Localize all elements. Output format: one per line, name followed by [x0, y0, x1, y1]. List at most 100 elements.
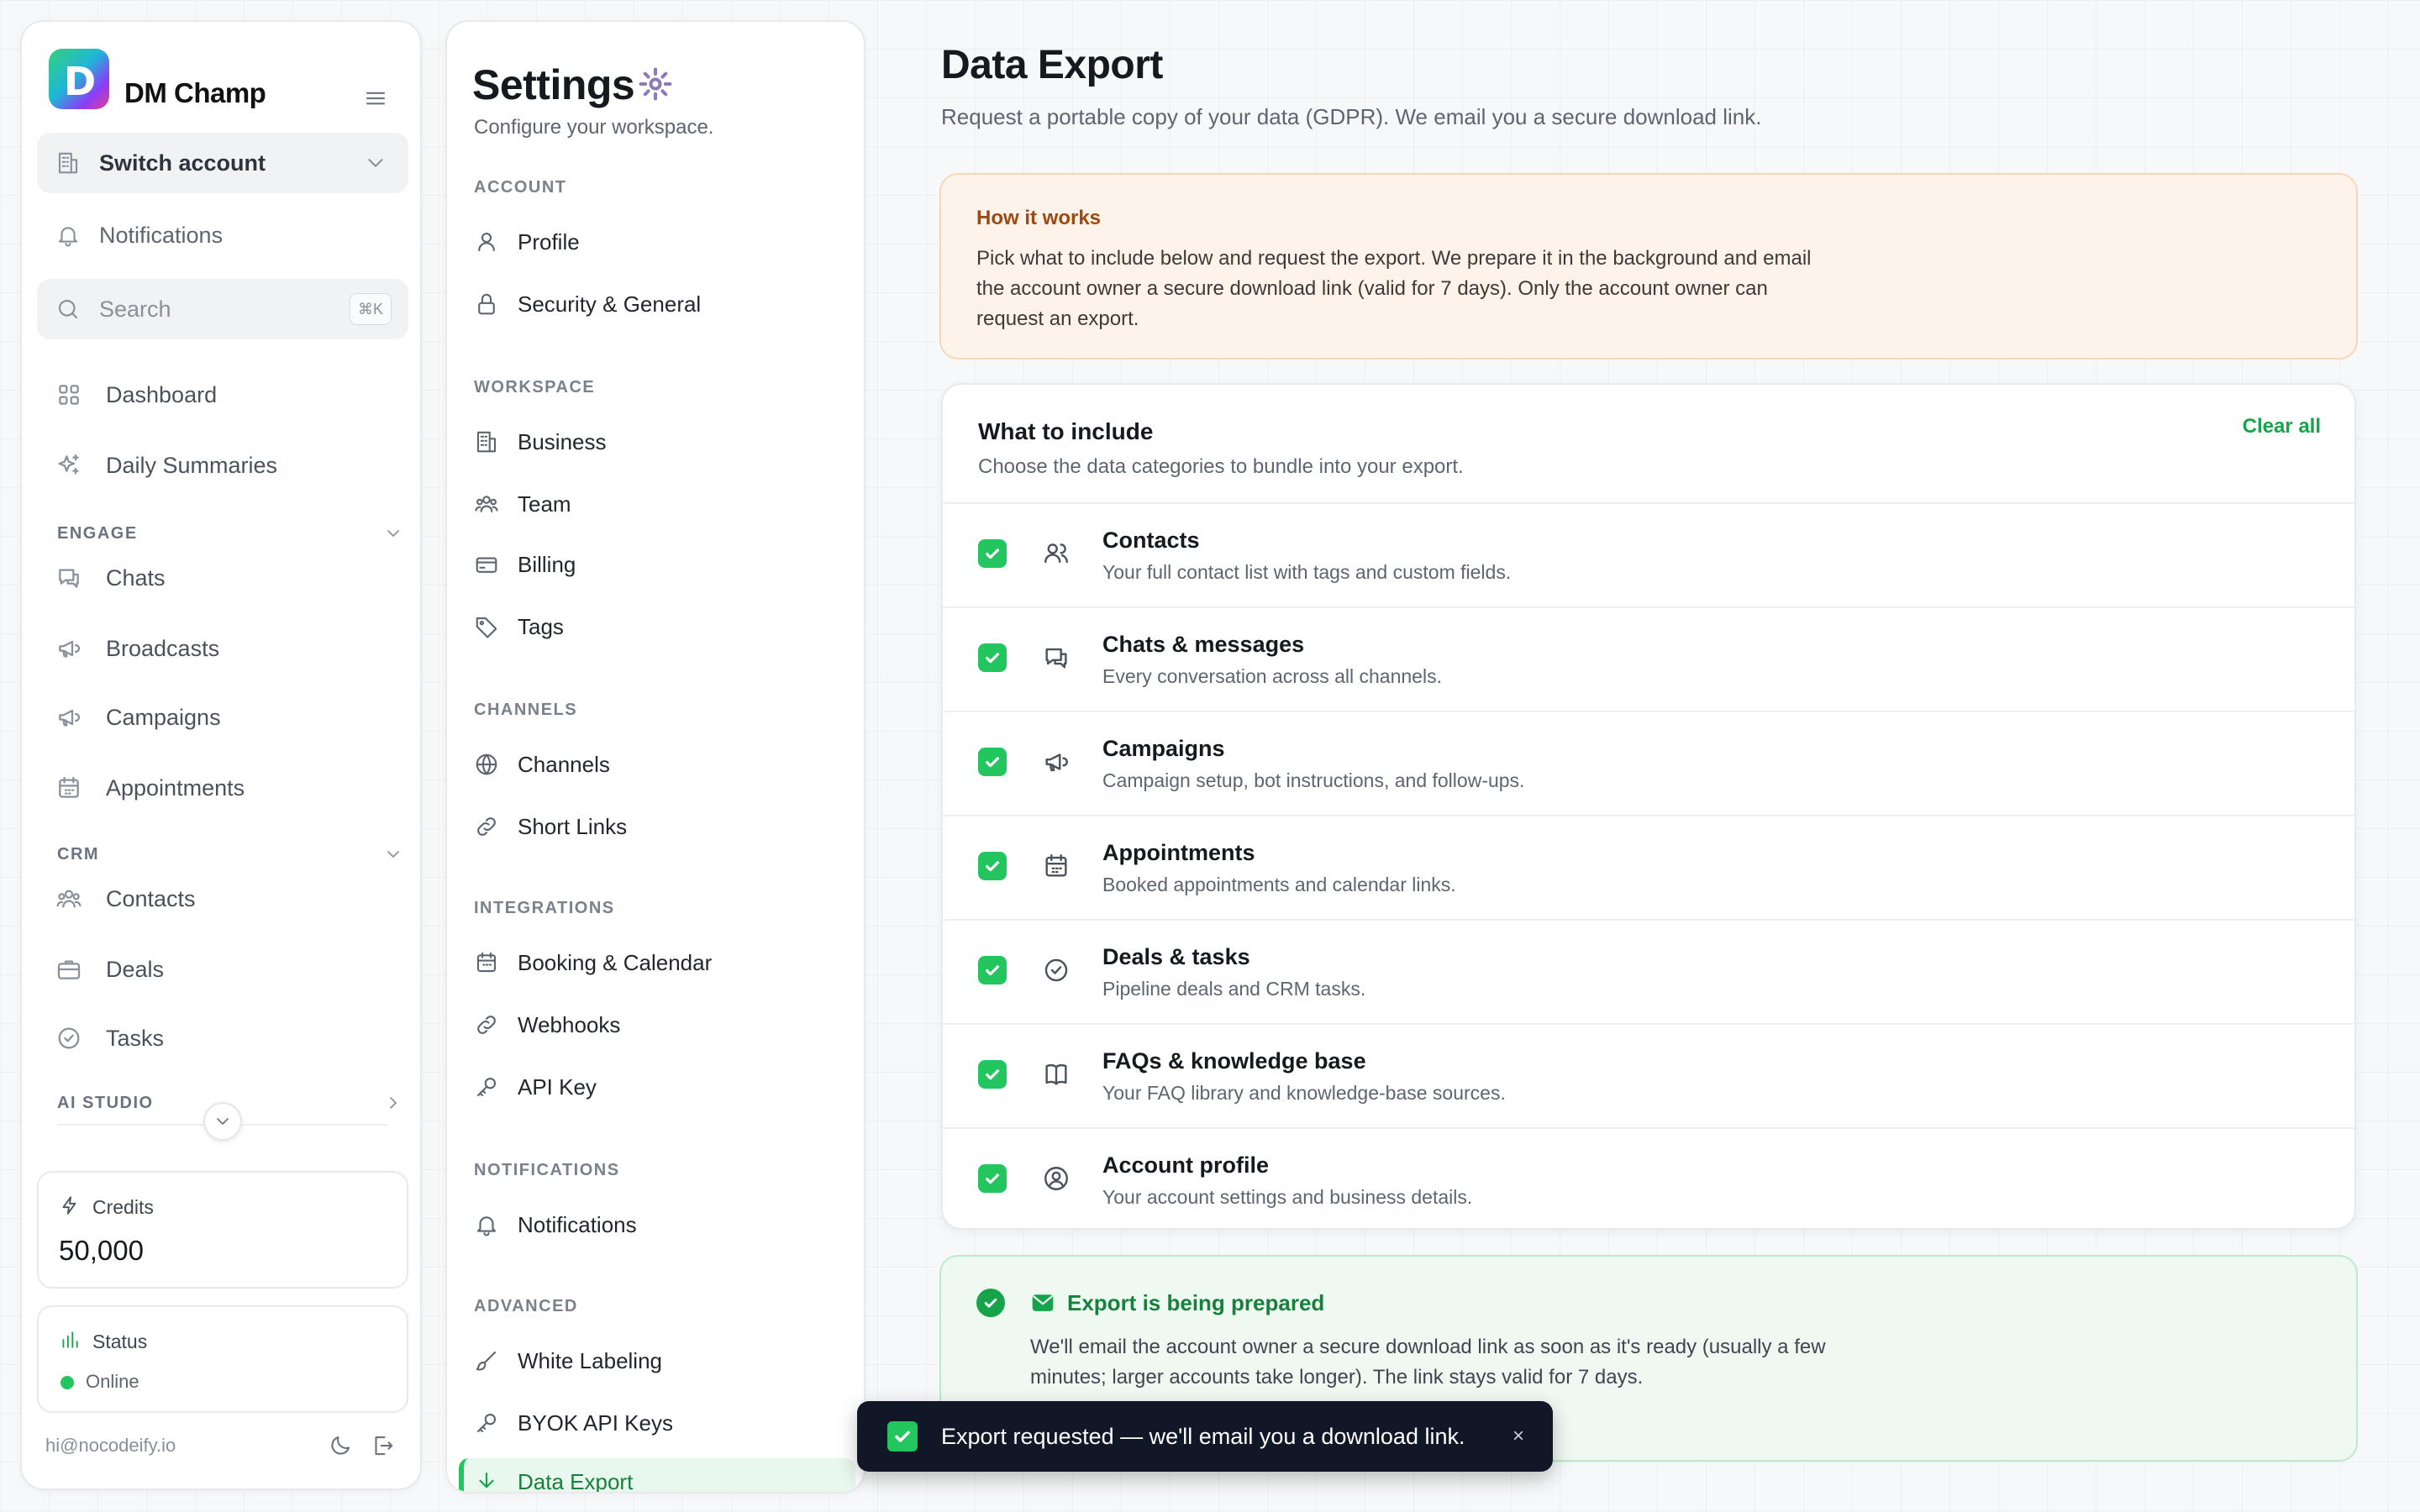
settings-item-team[interactable]: Team [474, 480, 844, 528]
app-sidebar: D DM Champ Switch account Notifications … [20, 20, 422, 1490]
settings-item-api-key[interactable]: API Key [474, 1063, 844, 1110]
option-contacts[interactable]: Contacts Your full contact list with tag… [943, 502, 2354, 606]
settings-item-webhooks[interactable]: Webhooks [474, 1001, 844, 1048]
settings-item-booking[interactable]: Booking & Calendar [474, 939, 844, 986]
sidebar-item-contacts[interactable]: Contacts [55, 874, 408, 924]
checkbox-checked[interactable] [978, 956, 1007, 984]
option-description: Every conversation across all channels. [1102, 665, 1442, 687]
status-value: Online [86, 1371, 139, 1392]
group-workspace: WORKSPACE [474, 378, 596, 396]
settings-item-business[interactable]: Business [474, 418, 844, 465]
search-icon [55, 297, 81, 322]
option-faqs-knowledge-base[interactable]: FAQs & knowledge base Your FAQ library a… [943, 1023, 2354, 1127]
users-icon [474, 491, 499, 517]
include-card: What to include Choose the data categori… [941, 383, 2356, 1230]
settings-item-byok[interactable]: BYOK API Keys [474, 1399, 844, 1446]
option-description: Your FAQ library and knowledge-base sour… [1102, 1082, 1506, 1104]
sidebar-item-campaigns[interactable]: Campaigns [55, 692, 408, 743]
brand-name: DM Champ [124, 77, 266, 108]
status-card: Status Online [37, 1305, 408, 1413]
settings-item-short-links[interactable]: Short Links [474, 803, 844, 850]
checkbox-checked[interactable] [978, 539, 1007, 568]
user-icon [474, 229, 499, 255]
how-it-works-callout: How it works Pick what to include below … [939, 173, 2358, 360]
settings-item-security[interactable]: Security & General [474, 281, 844, 328]
calendar-icon [1042, 852, 1071, 880]
option-account-profile[interactable]: Account profile Your account settings an… [943, 1127, 2354, 1228]
settings-item-data-export[interactable]: Data Export [474, 1458, 844, 1492]
scroll-down-icon[interactable] [203, 1102, 242, 1141]
option-deals-tasks[interactable]: Deals & tasks Pipeline deals and CRM tas… [943, 919, 2354, 1023]
download-icon [474, 1469, 499, 1492]
checkbox-checked[interactable] [978, 1060, 1007, 1089]
credits-value: 50,000 [59, 1235, 144, 1266]
settings-panel: Settings Configure your workspace. ACCOU… [445, 20, 865, 1494]
users-icon [55, 885, 82, 912]
settings-item-tags[interactable]: Tags [474, 603, 844, 650]
key-icon [474, 1074, 499, 1100]
notifications-link[interactable]: Notifications [37, 205, 408, 265]
check-circle-icon [55, 1025, 82, 1052]
sidebar-item-broadcasts[interactable]: Broadcasts [55, 623, 408, 674]
chevron-right-icon [383, 1093, 403, 1113]
moon-icon[interactable] [328, 1433, 353, 1458]
include-title: What to include [978, 418, 1154, 444]
group-notifications: NOTIFICATIONS [474, 1161, 620, 1179]
menu-icon[interactable] [363, 86, 388, 111]
toast-close-button[interactable]: × [1512, 1425, 1524, 1448]
option-description: Campaign setup, bot instructions, and fo… [1102, 769, 1525, 791]
toast-message: Export requested — we'll email you a dow… [941, 1423, 1465, 1449]
settings-item-profile[interactable]: Profile [474, 218, 844, 265]
option-title: Chats & messages [1102, 632, 1305, 657]
notifications-label: Notifications [99, 222, 224, 248]
user-email: hi@nocodeify.io [45, 1435, 176, 1456]
calendar-icon [474, 950, 499, 975]
settings-item-channels[interactable]: Channels [474, 741, 844, 788]
page-subtitle: Request a portable copy of your data (GD… [941, 104, 1762, 129]
settings-item-billing[interactable]: Billing [474, 541, 844, 588]
link-icon [474, 1012, 499, 1037]
brush-icon [474, 1348, 499, 1373]
sidebar-item-chats[interactable]: Chats [55, 553, 408, 603]
group-integrations: INTEGRATIONS [474, 899, 615, 917]
checkbox-checked[interactable] [978, 748, 1007, 776]
book-icon [1042, 1060, 1071, 1089]
sidebar-item-dashboard[interactable]: Dashboard [55, 370, 408, 420]
option-campaigns[interactable]: Campaigns Campaign setup, bot instructio… [943, 711, 2354, 815]
switch-account-label: Switch account [99, 150, 266, 176]
sidebar-item-deals[interactable]: Deals [55, 944, 408, 995]
credits-label: Credits [92, 1196, 154, 1218]
checkbox-checked[interactable] [978, 643, 1007, 672]
group-advanced: ADVANCED [474, 1297, 578, 1315]
checkbox-checked[interactable] [978, 852, 1007, 880]
switch-account-button[interactable]: Switch account [37, 133, 408, 193]
credit-card-icon [474, 552, 499, 577]
logout-icon[interactable] [370, 1433, 395, 1458]
clear-all-button[interactable]: Clear all [2243, 415, 2321, 438]
chevron-down-icon [383, 523, 403, 543]
option-chats-messages[interactable]: Chats & messages Every conversation acro… [943, 606, 2354, 711]
search-input[interactable]: Search ⌘K [37, 279, 408, 339]
brand-logo[interactable]: D [49, 49, 109, 109]
section-engage[interactable]: ENGAGE [57, 521, 410, 546]
section-crm[interactable]: CRM [57, 842, 410, 867]
megaphone-icon [55, 635, 82, 662]
settings-item-white-labeling[interactable]: White Labeling [474, 1337, 844, 1384]
option-appointments[interactable]: Appointments Booked appointments and cal… [943, 815, 2354, 919]
sidebar-item-tasks[interactable]: Tasks [55, 1013, 408, 1063]
settings-title: Settings [472, 61, 635, 108]
check-circle-icon [976, 1289, 1005, 1317]
option-title: Account profile [1102, 1152, 1270, 1178]
checkbox-checked[interactable] [978, 1164, 1007, 1193]
globe-icon [474, 752, 499, 777]
gear-icon [637, 66, 674, 102]
sidebar-item-appointments[interactable]: Appointments [55, 763, 408, 813]
check-icon [887, 1421, 918, 1452]
option-title: Appointments [1102, 840, 1255, 865]
sidebar-item-daily-summaries[interactable]: Daily Summaries [55, 440, 408, 491]
chat-icon [1042, 643, 1071, 672]
settings-item-notifications[interactable]: Notifications [474, 1201, 844, 1248]
toast-notification: Export requested — we'll email you a dow… [857, 1401, 1553, 1472]
bell-icon [474, 1212, 499, 1237]
callout-body: Pick what to include below and request t… [976, 247, 1812, 330]
